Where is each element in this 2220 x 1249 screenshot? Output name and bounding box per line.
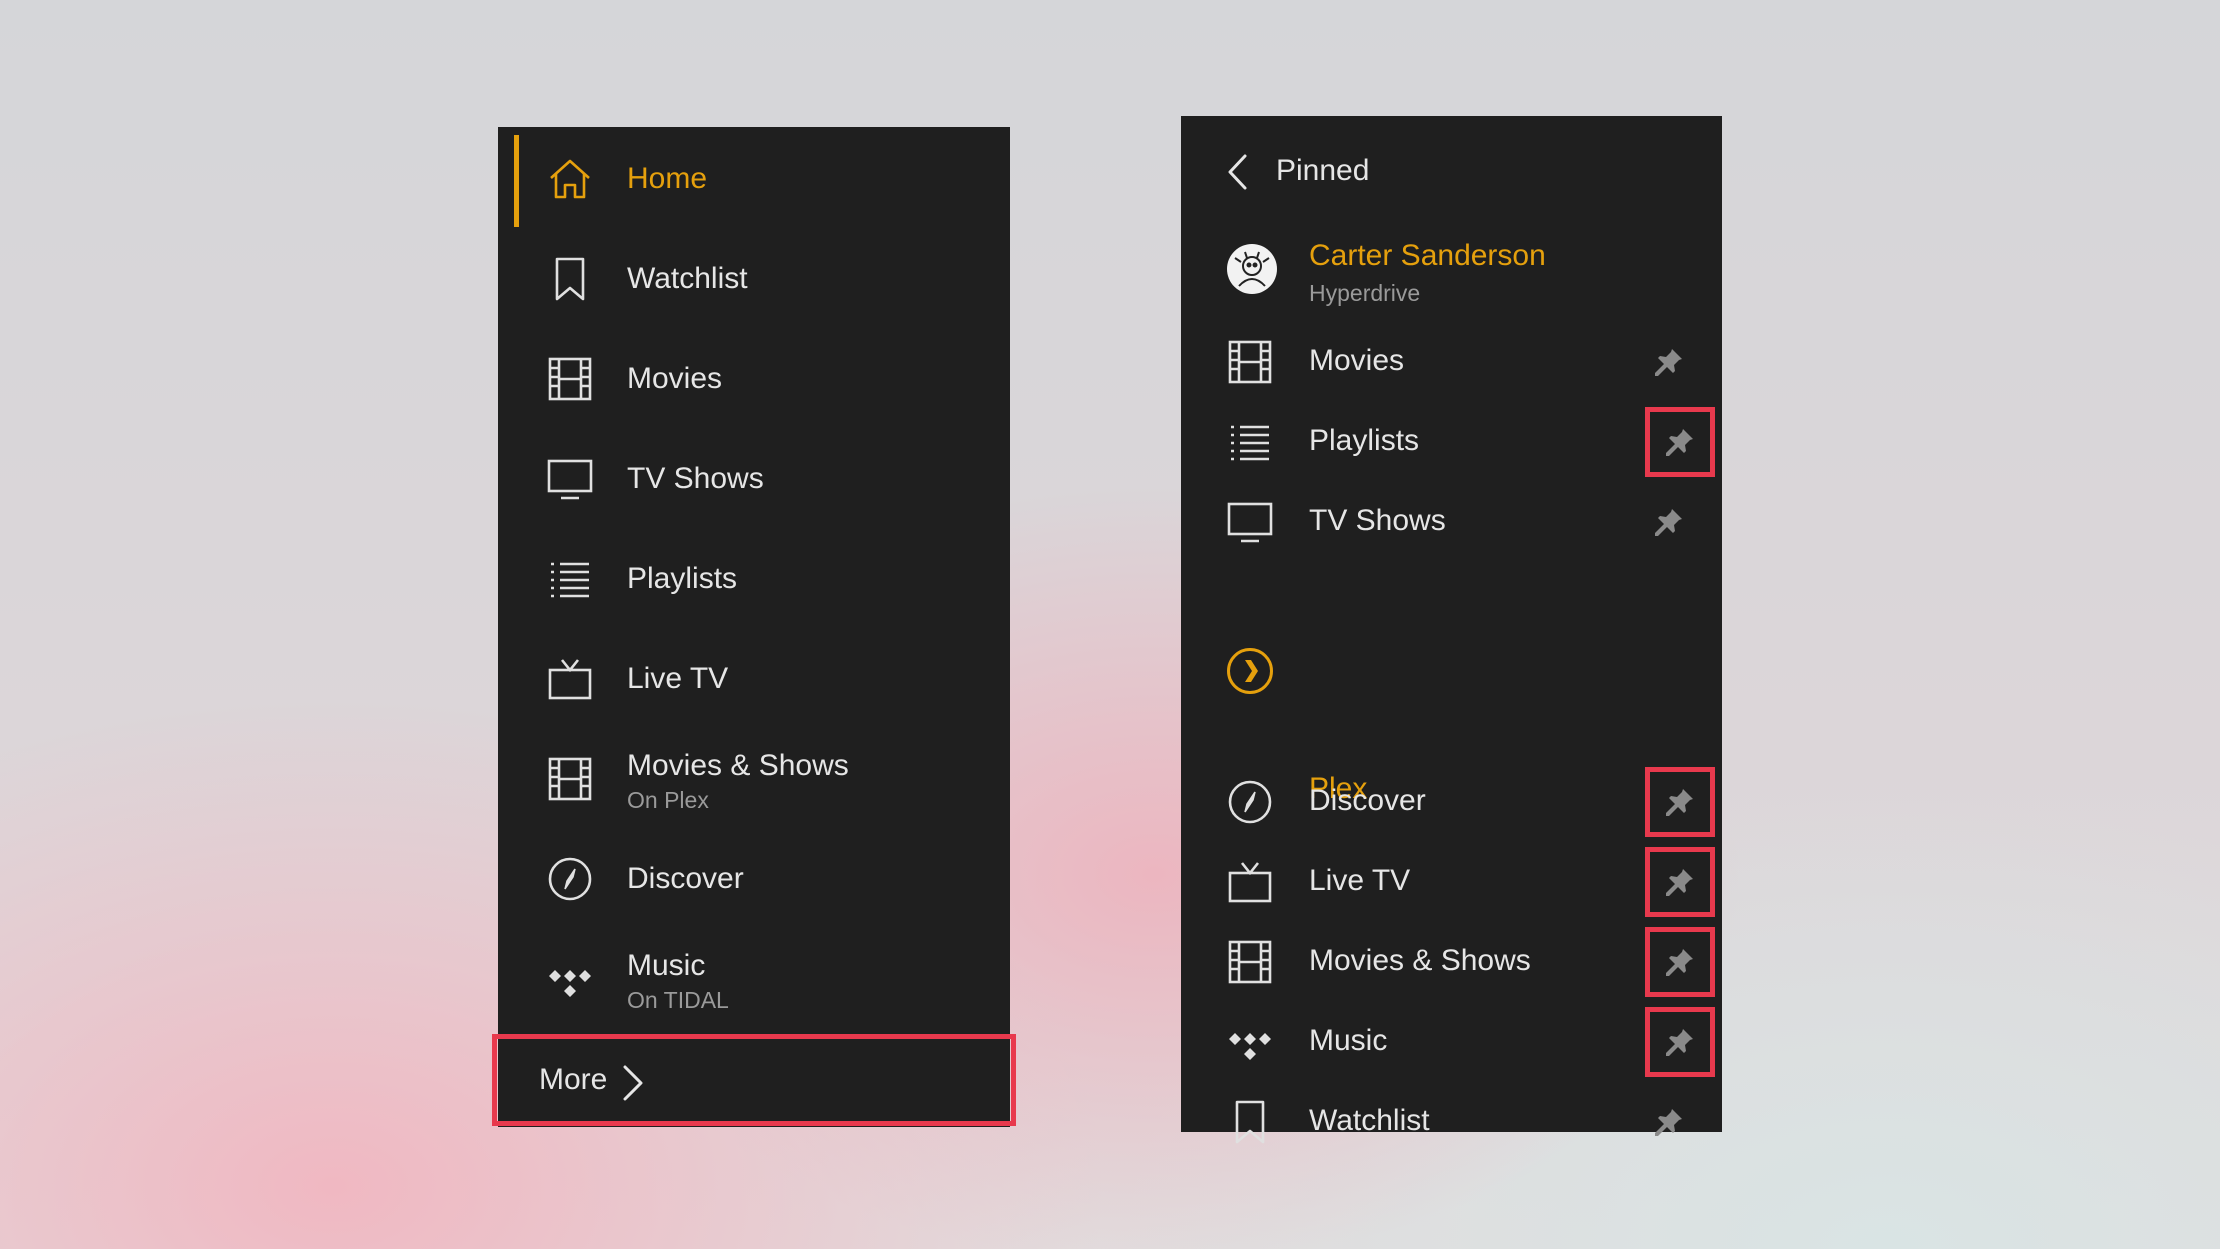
- compass-icon: [1227, 779, 1273, 825]
- sidebar-item-movies-shows[interactable]: Movies & Shows On Plex: [498, 729, 1010, 829]
- sidebar-item-home[interactable]: Home: [498, 129, 1010, 229]
- pinned-item-watchlist[interactable]: Watchlist: [1181, 1082, 1722, 1162]
- page-title: Pinned: [1276, 154, 1370, 187]
- sidebar-item-music[interactable]: Music On TIDAL: [498, 929, 1010, 1029]
- sidebar-item-watchlist[interactable]: Watchlist: [498, 229, 1010, 329]
- pin-button[interactable]: [1646, 499, 1692, 545]
- sidebar-item-label: Playlists: [627, 562, 738, 595]
- chevron-left-icon: [1228, 154, 1247, 190]
- active-indicator: [514, 135, 519, 227]
- pinned-item-label: Discover: [1309, 784, 1426, 817]
- pinned-item-discover[interactable]: Discover: [1181, 762, 1722, 842]
- monitor-icon: [1227, 499, 1273, 545]
- pin-button[interactable]: [1645, 927, 1715, 997]
- pinned-item-label: Movies: [1309, 344, 1405, 377]
- list-icon: [547, 556, 593, 602]
- server-name[interactable]: Carter Sanderson: [1309, 239, 1546, 273]
- sidebar-item-playlists[interactable]: Playlists: [498, 529, 1010, 629]
- sidebar-item-label: Movies & Shows: [627, 749, 849, 782]
- monitor-icon: [547, 456, 593, 502]
- pin-button[interactable]: [1645, 767, 1715, 837]
- pinned-item-label: Music: [1309, 1024, 1388, 1057]
- film-icon: [1227, 339, 1273, 385]
- plex-logo-icon: [1227, 648, 1273, 694]
- film-icon: [1227, 939, 1273, 985]
- sidebar-item-discover[interactable]: Discover: [498, 829, 1010, 929]
- pin-icon: [1666, 949, 1693, 976]
- sidebar-menu: Home Watchlist Movies TV Shows Playlists…: [492, 127, 1016, 1127]
- pin-button[interactable]: [1645, 407, 1715, 477]
- more-button[interactable]: More: [492, 1034, 1016, 1126]
- sidebar-item-label: Movies: [627, 362, 723, 395]
- list-icon: [1227, 419, 1273, 465]
- sidebar-item-label: Watchlist: [627, 262, 748, 295]
- sidebar-item-label: Music: [627, 949, 706, 982]
- pinned-item-label: Watchlist: [1309, 1104, 1430, 1137]
- pinned-item-label: Playlists: [1309, 424, 1420, 457]
- pin-icon: [1655, 1109, 1682, 1136]
- pin-button[interactable]: [1645, 1007, 1715, 1077]
- pinned-item-playlists[interactable]: Playlists: [1181, 402, 1722, 482]
- compass-icon: [547, 856, 593, 902]
- pin-icon: [1666, 869, 1693, 896]
- pinned-item-music[interactable]: Music: [1181, 1002, 1722, 1082]
- pin-icon: [1655, 349, 1682, 376]
- sidebar-item-live-tv[interactable]: Live TV: [498, 629, 1010, 729]
- pin-icon: [1655, 509, 1682, 536]
- chevron-right-icon: [623, 1065, 643, 1101]
- film-icon: [547, 356, 593, 402]
- sidebar-item-tv-shows[interactable]: TV Shows: [498, 429, 1010, 529]
- film-icon: [547, 756, 593, 802]
- sidebar-item-label: TV Shows: [627, 462, 764, 495]
- pin-icon: [1666, 429, 1693, 456]
- tv-icon: [547, 656, 593, 702]
- sidebar-item-label: Home: [627, 162, 708, 195]
- pin-icon: [1666, 1029, 1693, 1056]
- sidebar-item-label: Discover: [627, 862, 744, 895]
- server-subtitle: Hyperdrive: [1309, 280, 1421, 306]
- pin-icon: [1666, 789, 1693, 816]
- tidal-icon: [1227, 1019, 1273, 1065]
- pin-button[interactable]: [1645, 847, 1715, 917]
- more-label: More: [539, 1063, 608, 1096]
- pin-button[interactable]: [1646, 1099, 1692, 1145]
- home-icon: [547, 156, 593, 202]
- back-button[interactable]: [1225, 152, 1251, 192]
- pinned-item-label: Movies & Shows: [1309, 944, 1531, 977]
- bookmark-icon: [1227, 1099, 1273, 1145]
- pinned-item-label: Live TV: [1309, 864, 1411, 897]
- tidal-icon: [547, 956, 593, 1002]
- pinned-item-tv-shows[interactable]: TV Shows: [1181, 482, 1722, 562]
- sidebar-item-sublabel: On TIDAL: [627, 987, 729, 1013]
- pinned-item-label: TV Shows: [1309, 504, 1446, 537]
- pin-button[interactable]: [1646, 339, 1692, 385]
- bookmark-icon: [547, 256, 593, 302]
- pinned-item-movies[interactable]: Movies: [1181, 322, 1722, 402]
- sidebar-item-movies[interactable]: Movies: [498, 329, 1010, 429]
- pinned-item-movies-shows[interactable]: Movies & Shows: [1181, 922, 1722, 1002]
- avatar: [1227, 244, 1277, 294]
- sidebar-item-label: Live TV: [627, 662, 729, 695]
- tv-icon: [1227, 859, 1273, 905]
- sidebar-item-sublabel: On Plex: [627, 787, 709, 813]
- pinned-item-live-tv[interactable]: Live TV: [1181, 842, 1722, 922]
- pinned-panel: Pinned Carter Sanderson Hyperdrive Movie…: [1181, 116, 1722, 1144]
